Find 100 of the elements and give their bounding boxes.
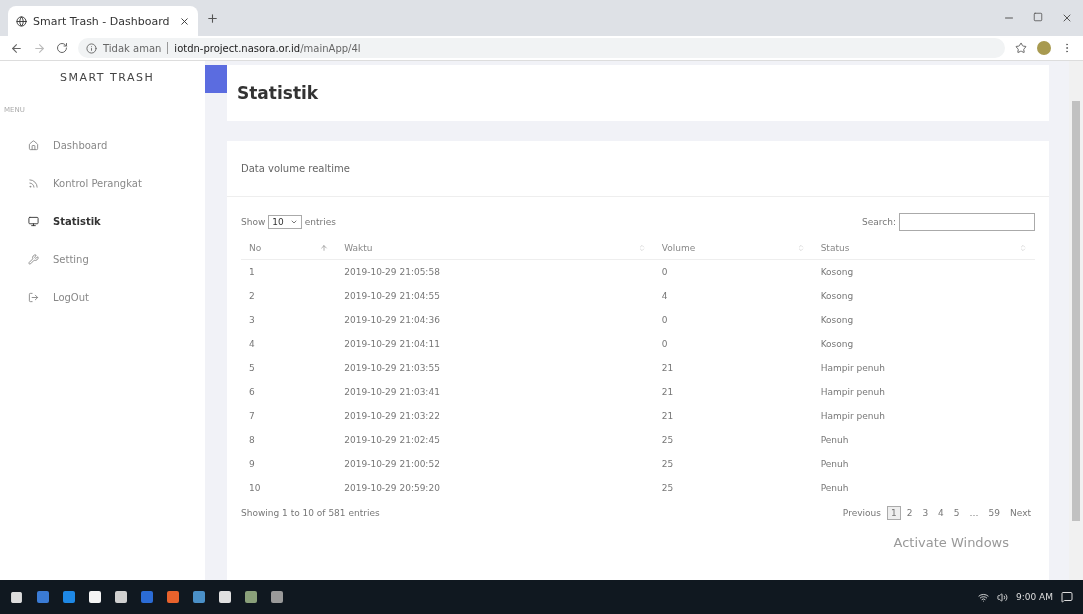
table-cell-text: Kosong — [819, 314, 855, 327]
activation-watermark: Activate Windows — [893, 535, 1009, 550]
monitor-icon — [28, 215, 39, 227]
table-cell: 1 — [241, 259, 337, 284]
search-field[interactable] — [899, 213, 1035, 231]
page-link[interactable]: 4 — [934, 506, 948, 520]
app-icon[interactable] — [115, 591, 127, 603]
table-cell-text: Penuh — [819, 482, 850, 495]
caret-icon — [289, 218, 298, 226]
table-cell-text: 2019-10-29 21:00:52 — [343, 458, 441, 471]
page-link[interactable]: 3 — [918, 506, 933, 520]
bookmark-icon[interactable] — [1015, 42, 1027, 54]
sidebar-item[interactable]: Setting — [0, 240, 205, 278]
column-header[interactable]: Volume — [661, 243, 696, 253]
table-cell-text: 21 — [660, 410, 675, 423]
table-cell-text: Hampir penuh — [819, 386, 886, 399]
start-icon[interactable] — [10, 590, 23, 604]
table-cell-text: 2019-10-29 21:04:11 — [343, 338, 441, 351]
globe-icon — [16, 15, 27, 27]
wrench-icon — [28, 253, 39, 265]
address-bar[interactable]: Tidak aman iotdn-project.nasora.or.id/mainApp/4l — [78, 38, 1005, 58]
new-tab-icon[interactable] — [206, 11, 219, 25]
app-icon[interactable] — [219, 591, 231, 603]
volume-icon[interactable] — [997, 591, 1008, 603]
profile-avatar[interactable] — [1037, 41, 1051, 55]
table-cell-text: 7 — [248, 410, 256, 423]
network-icon[interactable] — [978, 591, 989, 603]
column-header[interactable]: Status — [820, 243, 850, 253]
app-icon[interactable] — [63, 591, 75, 603]
brand-title: SMART TRASH — [59, 70, 156, 84]
table-cell-text: 10 — [248, 482, 262, 495]
sort-icon[interactable] — [320, 244, 329, 252]
table-cell-text: 2019-10-29 21:03:22 — [343, 410, 441, 423]
table-cell: 2019-10-29 21:05:58 — [336, 259, 654, 284]
table-cell-text: 2019-10-29 21:04:55 — [343, 290, 441, 303]
app-icon[interactable] — [271, 591, 283, 603]
scrollbar[interactable] — [1069, 61, 1083, 580]
table-cell-text: 6 — [248, 386, 256, 399]
sidebar-item[interactable]: Dashboard — [0, 126, 205, 164]
sidebar-item[interactable]: Kontrol Perangkat — [0, 164, 205, 202]
table-cell-text: Penuh — [819, 458, 850, 471]
table-cell-text: 4 — [248, 338, 256, 351]
table-cell-text: 21 — [660, 362, 675, 375]
app-icon[interactable] — [245, 591, 257, 603]
app-icon[interactable] — [89, 591, 101, 603]
table-cell-text: 2019-10-29 21:04:36 — [343, 314, 441, 327]
clock[interactable]: 9:00 AM — [1016, 592, 1053, 602]
table-cell-text: Penuh — [819, 434, 850, 447]
table-cell-text: 2019-10-29 21:02:45 — [343, 434, 441, 447]
column-header[interactable]: Waktu — [344, 243, 373, 253]
url-path: /mainApp/4l — [300, 42, 361, 54]
page-link[interactable]: 5 — [949, 506, 964, 520]
table-cell-text: 25 — [660, 434, 675, 447]
tab-title: Smart Trash - Dashboard — [33, 14, 171, 28]
length-label: Show — [241, 217, 266, 227]
table-cell-text: Kosong — [819, 290, 855, 303]
close-icon[interactable] — [1061, 12, 1073, 24]
reload-icon[interactable] — [56, 42, 68, 54]
table-cell-text: 0 — [660, 338, 669, 351]
table-cell-text: 2019-10-29 21:03:55 — [343, 362, 441, 375]
page-link[interactable]: 1 — [886, 506, 901, 520]
page-link[interactable]: 59 — [984, 506, 1005, 520]
table-info: Showing 1 to 10 of 581 entries — [241, 508, 380, 518]
maximize-icon[interactable] — [1033, 12, 1043, 22]
close-icon[interactable] — [179, 15, 190, 27]
home-icon — [28, 139, 39, 151]
sidebar-item[interactable]: Statistik — [0, 202, 205, 240]
table-cell-text: Kosong — [819, 338, 855, 351]
logout-icon — [28, 291, 39, 303]
rss-icon — [28, 177, 39, 189]
table-cell: 0 — [653, 259, 813, 284]
table-cell: Kosong — [812, 259, 1035, 284]
app-icon[interactable] — [37, 591, 49, 603]
app-icon[interactable] — [141, 591, 153, 603]
info-icon — [86, 42, 97, 54]
length-select[interactable]: 10 — [268, 215, 302, 229]
page-link[interactable]: Previous — [838, 506, 885, 520]
app-icon[interactable] — [167, 591, 179, 603]
table-cell-text: 2019-10-29 21:03:41 — [343, 386, 441, 399]
url-host: iotdn-project.nasora.or.id — [174, 42, 301, 54]
page-link[interactable]: Next — [1006, 506, 1035, 520]
security-label: Tidak aman — [103, 42, 162, 54]
table-cell-text: 8 — [248, 434, 256, 447]
table-cell-text: 9 — [248, 458, 256, 471]
forward-icon[interactable] — [33, 41, 46, 55]
table-cell-text: 21 — [660, 386, 675, 399]
notification-icon[interactable] — [1061, 591, 1073, 603]
table-cell-text: 2 — [248, 290, 256, 303]
page-title: Statistik — [237, 83, 319, 103]
app-icon[interactable] — [193, 591, 205, 603]
back-icon[interactable] — [10, 41, 23, 55]
table-cell-text: 2019-10-29 20:59:20 — [343, 482, 441, 495]
browser-tab[interactable]: Smart Trash - Dashboard — [8, 6, 198, 36]
column-header[interactable]: No — [249, 243, 262, 253]
sidebar-item[interactable]: LogOut — [0, 278, 205, 316]
table-cell-text: Hampir penuh — [819, 410, 886, 423]
page-link[interactable]: 2 — [902, 506, 917, 520]
accent-block — [205, 65, 227, 93]
page-link[interactable]: … — [965, 506, 983, 520]
table-cell-text: 25 — [660, 482, 675, 495]
